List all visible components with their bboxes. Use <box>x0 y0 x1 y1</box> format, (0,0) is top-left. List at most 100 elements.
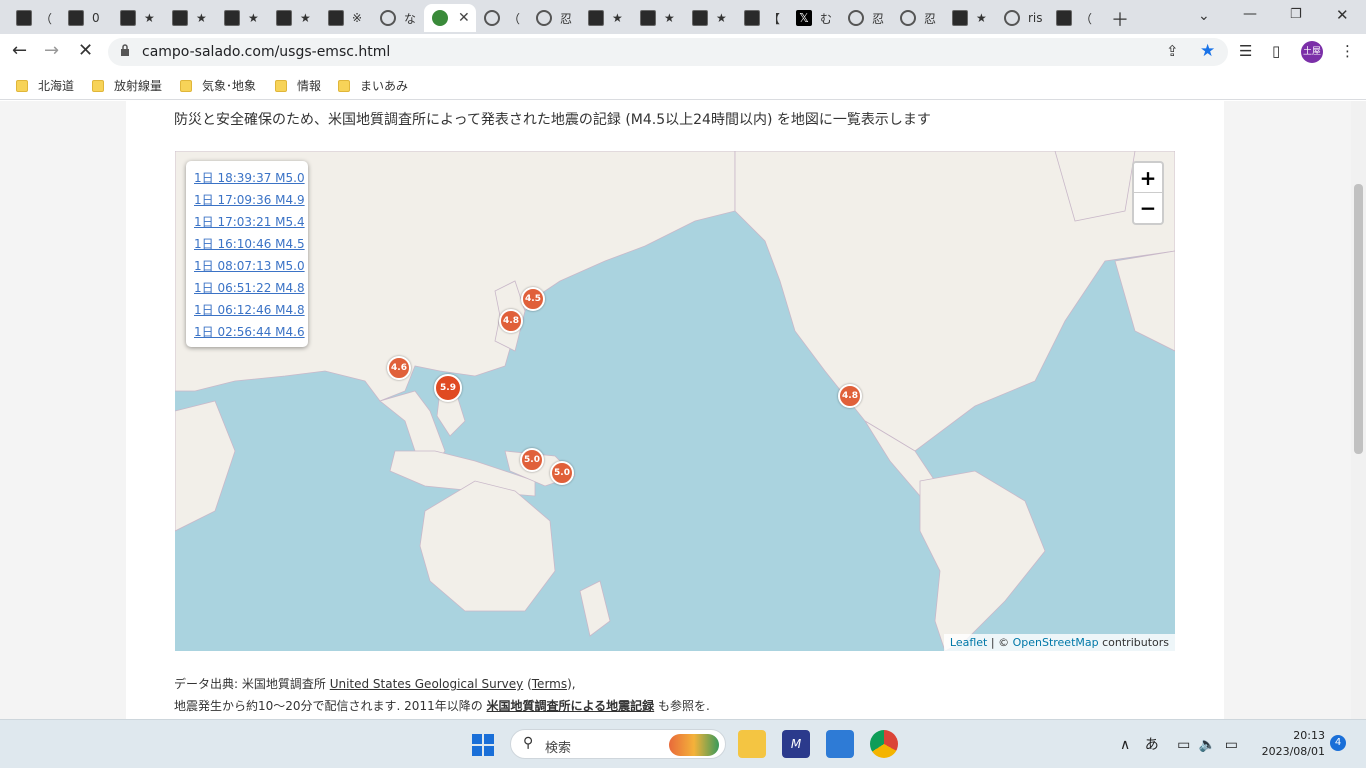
share-icon[interactable]: ⇪ <box>1166 42 1179 60</box>
site-icon <box>276 10 292 26</box>
quake-link[interactable]: 1日 06:51:22 M4.8 <box>194 277 308 299</box>
globe-icon <box>1004 10 1020 26</box>
taskbar-search[interactable]: ⚲ 検索 <box>510 729 726 759</box>
scrollbar-thumb[interactable] <box>1354 184 1363 454</box>
bookmark-folder-3[interactable]: 情報 <box>275 77 321 94</box>
zoom-control: + − <box>1132 161 1164 225</box>
bookmark-folder-2[interactable]: 気象･地象 <box>180 77 256 94</box>
browser-tab[interactable]: ★ <box>684 4 736 32</box>
browser-tab[interactable]: （ <box>476 4 528 32</box>
app-ma-icon[interactable]: M <box>782 730 810 758</box>
browser-tab[interactable]: な <box>372 4 424 32</box>
page-viewport: 防災と安全確保のため、米国地質調査所によって発表された地震の記録 (M4.5以上… <box>0 101 1366 719</box>
tab-close-icon[interactable]: ✕ <box>458 10 470 26</box>
browser-tab[interactable]: 忍 <box>840 4 892 32</box>
browser-tab[interactable]: ★ <box>112 4 164 32</box>
browser-tab[interactable]: ris <box>996 4 1048 32</box>
browser-tab[interactable]: （ <box>1048 4 1100 32</box>
terms-link[interactable]: Terms <box>532 677 567 691</box>
archive-link[interactable]: 米国地質調査所による地震記録 <box>487 699 655 713</box>
file-explorer-icon[interactable] <box>738 730 766 758</box>
chevron-up-icon[interactable]: ∧ <box>1120 737 1130 753</box>
browser-tab[interactable]: ★ <box>268 4 320 32</box>
reading-list-icon[interactable]: ☰ <box>1239 42 1252 60</box>
bookmark-folder-0[interactable]: 北海道 <box>16 77 74 94</box>
restore-button[interactable]: ❐ <box>1290 7 1302 22</box>
browser-tab[interactable]: ★ <box>944 4 996 32</box>
quake-link[interactable]: 1日 08:07:13 M5.0 <box>194 255 308 277</box>
close-window-button[interactable]: ✕ <box>1336 6 1349 24</box>
bookmark-star-icon[interactable]: ★ <box>1200 41 1215 61</box>
lock-icon[interactable] <box>120 44 130 56</box>
usgs-link[interactable]: United States Geological Survey <box>330 677 524 691</box>
battery-icon[interactable]: ▭ <box>1225 737 1238 753</box>
back-button[interactable]: ← <box>12 40 27 61</box>
quake-marker[interactable]: 5.0 <box>520 448 544 472</box>
globe-icon <box>848 10 864 26</box>
address-bar[interactable]: campo-salado.com/usgs-emsc.html ⇪ ★ <box>108 38 1228 66</box>
site-icon <box>588 10 604 26</box>
tab-title: な <box>404 11 417 26</box>
quake-marker-cluster[interactable]: 5.9 <box>434 374 462 402</box>
ime-indicator[interactable]: あ <box>1145 737 1159 753</box>
quake-link[interactable]: 1日 18:39:37 M5.0 <box>194 167 308 189</box>
page-scrollbar[interactable] <box>1351 101 1366 719</box>
tab-title: （ <box>1080 11 1093 26</box>
osm-link[interactable]: OpenStreetMap <box>1013 636 1099 649</box>
browser-tab[interactable]: 忍 <box>892 4 944 32</box>
new-tab-button[interactable]: ＋ <box>1111 6 1129 32</box>
browser-tab[interactable]: ★ <box>580 4 632 32</box>
browser-tab[interactable]: ★ <box>216 4 268 32</box>
bookmark-folder-4[interactable]: まいあみ <box>338 77 408 94</box>
quake-marker[interactable]: 5.0 <box>550 461 574 485</box>
chrome-icon[interactable] <box>870 730 898 758</box>
browser-tab[interactable]: ★ <box>632 4 684 32</box>
quake-marker[interactable]: 4.5 <box>521 287 545 311</box>
tab-title: ★ <box>664 11 675 25</box>
earthquake-map[interactable]: + − 1日 18:39:37 M5.0 1日 17:09:36 M4.9 1日… <box>175 151 1175 651</box>
leaflet-link[interactable]: Leaflet <box>950 636 987 649</box>
forward-button[interactable]: → <box>44 40 59 61</box>
browser-tab[interactable]: ✕ <box>424 4 476 32</box>
quake-marker[interactable]: 4.8 <box>499 309 523 333</box>
browser-toolbar: ← → ✕ campo-salado.com/usgs-emsc.html ⇪ … <box>0 34 1366 70</box>
quake-link[interactable]: 1日 02:56:44 M4.6 <box>194 321 308 343</box>
bookmark-folder-1[interactable]: 放射線量 <box>92 77 162 94</box>
browser-tab[interactable]: 𝕏む <box>788 4 840 32</box>
quake-link[interactable]: 1日 06:12:46 M4.8 <box>194 299 308 321</box>
site-icon <box>328 10 344 26</box>
browser-tab[interactable]: （ <box>8 4 60 32</box>
tab-title: 忍 <box>872 11 885 26</box>
tab-search-chevron-icon[interactable]: ⌄ <box>1198 8 1210 24</box>
browser-tab[interactable]: ★ <box>164 4 216 32</box>
quake-link[interactable]: 1日 16:10:46 M4.5 <box>194 233 308 255</box>
start-button[interactable] <box>472 734 494 756</box>
volume-icon[interactable]: 🔈 <box>1199 737 1216 753</box>
quake-link[interactable]: 1日 17:09:36 M4.9 <box>194 189 308 211</box>
browser-tab[interactable]: ※ <box>320 4 372 32</box>
network-icon[interactable]: ▭ <box>1177 737 1190 753</box>
stop-loading-button[interactable]: ✕ <box>78 40 93 61</box>
folder-icon <box>338 79 350 92</box>
quake-marker[interactable]: 4.8 <box>838 384 862 408</box>
taskbar-clock[interactable]: 20:13 2023/08/01 <box>1255 728 1325 760</box>
notification-badge[interactable]: 4 <box>1330 735 1346 751</box>
site-icon <box>224 10 240 26</box>
quake-link[interactable]: 1日 17:03:21 M5.4 <box>194 211 308 233</box>
search-icon: ⚲ <box>523 735 534 751</box>
folder-icon <box>16 79 28 92</box>
minimize-button[interactable]: — <box>1243 6 1257 22</box>
tab-title: ★ <box>248 11 259 25</box>
url-text[interactable]: campo-salado.com/usgs-emsc.html <box>142 44 390 60</box>
profile-avatar[interactable]: 土屋 <box>1301 41 1323 63</box>
quake-marker[interactable]: 4.6 <box>387 356 411 380</box>
tab-title: ★ <box>144 11 155 25</box>
browser-tab[interactable]: 【 <box>736 4 788 32</box>
zoom-out-button[interactable]: − <box>1134 193 1162 223</box>
menu-kebab-icon[interactable]: ⋮ <box>1340 42 1355 60</box>
browser-tab[interactable]: 0 <box>60 4 112 32</box>
notepad-icon[interactable] <box>826 730 854 758</box>
side-panel-icon[interactable]: ▯ <box>1272 42 1280 60</box>
zoom-in-button[interactable]: + <box>1134 163 1162 193</box>
browser-tab[interactable]: 忍 <box>528 4 580 32</box>
